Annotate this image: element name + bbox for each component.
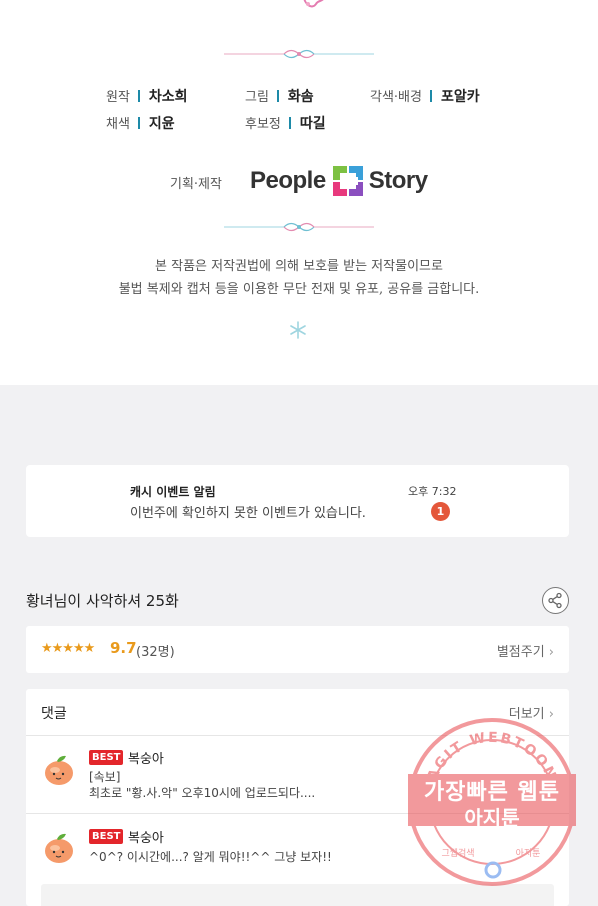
comments-title: 댓글 bbox=[41, 706, 67, 722]
production-label: 기획·제작 bbox=[170, 177, 222, 192]
share-button[interactable] bbox=[542, 587, 569, 614]
copyright-line-2: 불법 복제와 캡처 등을 이용한 무단 전재 및 유포, 공유를 금합니다. bbox=[118, 282, 480, 297]
notice-count-badge: 1 bbox=[431, 502, 450, 521]
credit-role: 채색 bbox=[106, 117, 130, 132]
heart-ornament-icon bbox=[303, 0, 324, 8]
logo-word-right: Story bbox=[368, 167, 428, 194]
credit-role: 원작 bbox=[106, 90, 130, 105]
rate-button-label: 별점주기 bbox=[496, 645, 545, 660]
credit-original: 원작 차소희 bbox=[106, 86, 188, 106]
peach-avatar-icon bbox=[45, 755, 73, 785]
watermark-bottom-right: 아지툰 bbox=[516, 848, 541, 859]
peoplestory-logo: People Story bbox=[250, 164, 428, 198]
credit-name: 따길 bbox=[299, 116, 326, 132]
watermark-bottom-left: 그웹검색 bbox=[441, 847, 474, 859]
comment-username: 복숭아 bbox=[128, 831, 164, 846]
notice-body: 이번주에 확인하지 못한 이벤트가 있습니다. bbox=[130, 506, 366, 521]
rating-count: (32명) bbox=[136, 645, 175, 660]
credit-separator bbox=[137, 90, 140, 102]
comment-text: 최초로 "황.사.악" 오후10시에 업로드되다.... bbox=[89, 786, 316, 800]
credit-separator bbox=[276, 90, 279, 102]
logo-word-left: People bbox=[250, 167, 326, 194]
notice-title: 캐시 이벤트 알림 bbox=[130, 485, 216, 499]
share-icon bbox=[548, 592, 562, 609]
ornament-divider-top bbox=[224, 49, 374, 59]
comment-text: ^0^? 이시간에...? 알게 뭐야!!^^ 그냥 보자!! bbox=[89, 850, 332, 864]
credit-name: 차소희 bbox=[148, 89, 188, 105]
watermark-line-2: 아지툰 bbox=[464, 806, 520, 830]
credit-postprocessing: 후보정 따길 bbox=[245, 113, 326, 133]
credit-name: 화솜 bbox=[287, 89, 314, 105]
watermark-stamp: AGIT WEBTOON 그웹검색 아지툰 가장빠른 웹툰 아지툰 bbox=[406, 716, 578, 888]
best-badge: BEST bbox=[89, 829, 124, 844]
ornament-divider-bottom bbox=[224, 222, 374, 232]
credit-name: 지윤 bbox=[148, 116, 175, 132]
credit-adaptation: 각색·배경 포알카 bbox=[370, 86, 480, 106]
cash-event-notice[interactable]: 캐시 이벤트 알림 이번주에 확인하지 못한 이벤트가 있습니다. 오후 7:3… bbox=[26, 465, 569, 537]
peach-avatar-icon bbox=[45, 833, 73, 863]
chevron-right-icon: › bbox=[548, 645, 554, 660]
best-badge: BEST bbox=[89, 750, 124, 765]
credit-separator bbox=[429, 90, 432, 102]
notice-time: 오후 7:32 bbox=[408, 485, 457, 498]
credit-coloring: 채색 지윤 bbox=[106, 113, 175, 133]
credit-separator bbox=[288, 117, 291, 129]
rating-stars: ★★★★★ bbox=[41, 641, 95, 656]
comment-username: 복숭아 bbox=[128, 752, 164, 767]
snowflake-icon bbox=[290, 321, 306, 339]
rating-score: 9.7 bbox=[110, 639, 137, 657]
credit-role: 각색·배경 bbox=[370, 90, 422, 105]
credits-section: 원작 차소희 그림 화솜 각색·배경 포알카 채색 지윤 후보정 따길 기획·제작 Peo… bbox=[0, 0, 598, 385]
comment-text: [속보] bbox=[89, 770, 121, 784]
credit-art: 그림 화솜 bbox=[245, 86, 314, 106]
peoplestory-mark-icon bbox=[332, 166, 363, 196]
credit-separator bbox=[137, 117, 140, 129]
rate-button[interactable]: 별점주기 › bbox=[497, 641, 554, 660]
credit-role: 후보정 bbox=[245, 117, 281, 132]
episode-title: 황녀님이 사악하셔 25화 bbox=[26, 592, 179, 610]
credit-role: 그림 bbox=[245, 90, 269, 105]
copyright-line-1: 본 작품은 저작권법에 의해 보호를 받는 저작물이므로 bbox=[155, 259, 443, 274]
credit-name: 포알카 bbox=[440, 89, 480, 105]
rating-box: ★★★★★ 9.7 (32명) 별점주기 › bbox=[26, 626, 569, 673]
